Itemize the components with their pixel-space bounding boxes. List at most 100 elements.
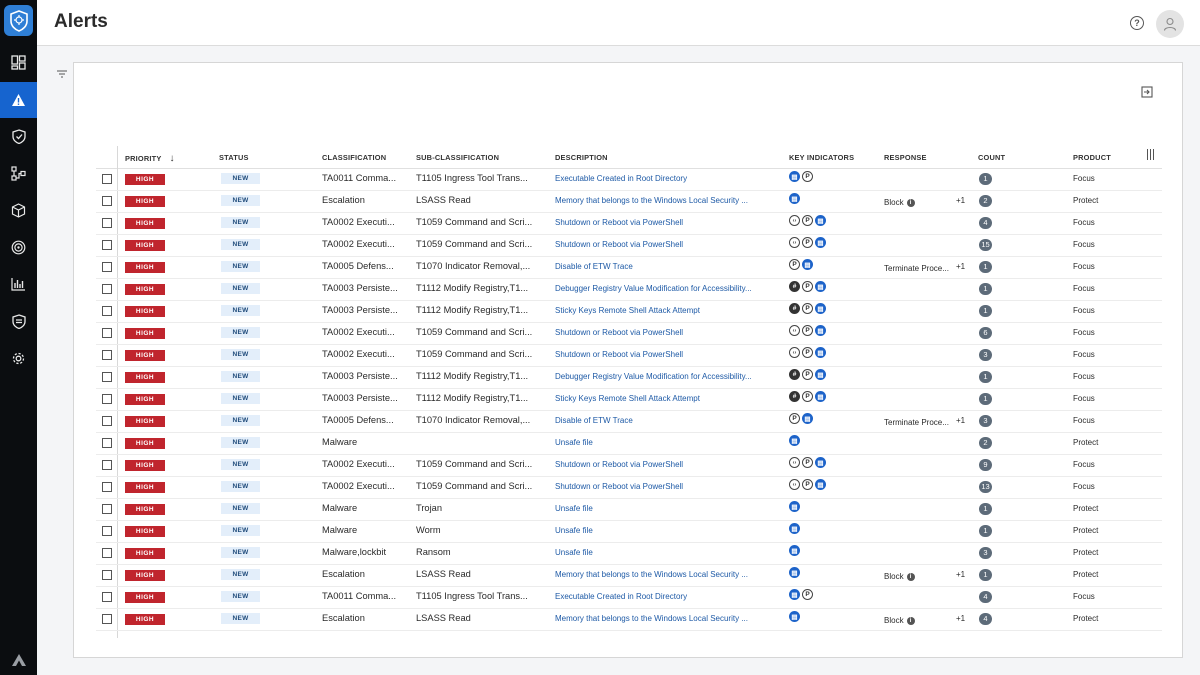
description-link[interactable]: Sticky Keys Remote Shell Attack Attempt: [555, 306, 779, 315]
nav-alerts[interactable]: [0, 82, 37, 118]
nav-reports[interactable]: [0, 266, 37, 302]
table-row[interactable]: HIGH NEW Malware Worm Unsafe file ▤ 1 Protect: [96, 520, 1162, 543]
nav-protection[interactable]: [0, 118, 37, 154]
row-checkbox[interactable]: [102, 526, 112, 536]
file-indicator-icon[interactable]: ▤: [802, 413, 813, 424]
table-row[interactable]: HIGH NEW TA0003 Persiste... T1112 Modify Re…: [96, 278, 1162, 301]
process-indicator-icon[interactable]: P: [802, 237, 813, 248]
response-more-count[interactable]: +1: [956, 196, 965, 205]
file-indicator-icon[interactable]: ▤: [789, 589, 800, 600]
file-indicator-icon[interactable]: ▤: [789, 523, 800, 534]
row-checkbox[interactable]: [102, 482, 112, 492]
table-row[interactable]: HIGH NEW TA0003 Persiste... T1112 Modify Re…: [96, 300, 1162, 323]
description-link[interactable]: Memory that belongs to the Windows Local…: [555, 614, 779, 623]
file-indicator-icon[interactable]: ▤: [789, 435, 800, 446]
description-link[interactable]: Executable Created in Root Directory: [555, 174, 779, 183]
col-status[interactable]: STATUS: [219, 153, 249, 162]
table-row[interactable]: HIGH NEW TA0002 Executi... T1059 Command an…: [96, 344, 1162, 367]
nav-policies[interactable]: [0, 303, 37, 339]
description-link[interactable]: Shutdown or Reboot via PowerShell: [555, 218, 779, 227]
process-indicator-icon[interactable]: P: [802, 479, 813, 490]
file-indicator-icon[interactable]: ▤: [789, 611, 800, 622]
table-row[interactable]: HIGH NEW TA0002 Executi... T1059 Command an…: [96, 322, 1162, 345]
process-indicator-icon[interactable]: P: [802, 281, 813, 292]
process-indicator-icon[interactable]: P: [802, 215, 813, 226]
code-indicator-icon[interactable]: ‹›: [789, 215, 800, 226]
row-checkbox[interactable]: [102, 416, 112, 426]
nav-dashboard[interactable]: [0, 44, 37, 80]
table-row[interactable]: HIGH NEW TA0002 Executi... T1059 Command an…: [96, 234, 1162, 257]
table-row[interactable]: HIGH NEW Escalation LSASS Read Memory that b…: [96, 564, 1162, 587]
file-indicator-icon[interactable]: ▤: [815, 281, 826, 292]
help-icon[interactable]: ?: [1130, 16, 1144, 30]
filter-icon[interactable]: [56, 66, 68, 78]
table-row[interactable]: HIGH NEW Escalation LSASS Read Memory that b…: [96, 190, 1162, 213]
description-link[interactable]: Shutdown or Reboot via PowerShell: [555, 482, 779, 491]
avatar[interactable]: [1156, 10, 1184, 38]
description-link[interactable]: Unsafe file: [555, 526, 779, 535]
description-link[interactable]: Unsafe file: [555, 438, 779, 447]
file-indicator-icon[interactable]: ▤: [815, 479, 826, 490]
sort-down-icon[interactable]: ↓: [170, 153, 175, 164]
process-indicator-icon[interactable]: P: [802, 369, 813, 380]
nav-targets[interactable]: [0, 229, 37, 265]
description-link[interactable]: Shutdown or Reboot via PowerShell: [555, 240, 779, 249]
row-checkbox[interactable]: [102, 570, 112, 580]
description-link[interactable]: Unsafe file: [555, 504, 779, 513]
description-link[interactable]: Shutdown or Reboot via PowerShell: [555, 460, 779, 469]
table-row[interactable]: HIGH NEW TA0011 Comma... T1105 Ingress Tool…: [96, 586, 1162, 609]
col-priority[interactable]: PRIORITY ↓: [125, 153, 175, 164]
expand-icon[interactable]: [1141, 85, 1153, 98]
row-checkbox[interactable]: [102, 306, 112, 316]
table-row[interactable]: HIGH NEW TA0002 Executi... T1059 Command an…: [96, 454, 1162, 477]
process-indicator-icon[interactable]: P: [789, 413, 800, 424]
row-checkbox[interactable]: [102, 592, 112, 602]
row-checkbox[interactable]: [102, 614, 112, 624]
process-indicator-icon[interactable]: P: [789, 259, 800, 270]
table-row[interactable]: HIGH NEW Malware Trojan Unsafe file ▤ 1 Protect: [96, 498, 1162, 521]
hash-indicator-icon[interactable]: #: [789, 369, 800, 380]
file-indicator-icon[interactable]: ▤: [789, 567, 800, 578]
nav-network[interactable]: [0, 155, 37, 191]
row-checkbox[interactable]: [102, 284, 112, 294]
process-indicator-icon[interactable]: P: [802, 391, 813, 402]
nav-settings[interactable]: [0, 340, 37, 376]
row-checkbox[interactable]: [102, 394, 112, 404]
row-checkbox[interactable]: [102, 372, 112, 382]
col-product[interactable]: PRODUCT: [1073, 153, 1111, 162]
file-indicator-icon[interactable]: ▤: [815, 303, 826, 314]
file-indicator-icon[interactable]: ▤: [789, 171, 800, 182]
table-row[interactable]: HIGH NEW Escalation LSASS Read Memory that b…: [96, 608, 1162, 631]
process-indicator-icon[interactable]: P: [802, 303, 813, 314]
info-icon[interactable]: i: [906, 572, 915, 581]
process-indicator-icon[interactable]: P: [802, 171, 813, 182]
table-row[interactable]: HIGH NEW TA0011 Comma... T1105 Ingress Tool…: [96, 168, 1162, 191]
row-checkbox[interactable]: [102, 196, 112, 206]
response-more-count[interactable]: +1: [956, 570, 965, 579]
description-link[interactable]: Executable Created in Root Directory: [555, 592, 779, 601]
file-indicator-icon[interactable]: ▤: [815, 391, 826, 402]
col-response[interactable]: RESPONSE: [884, 153, 927, 162]
file-indicator-icon[interactable]: ▤: [815, 215, 826, 226]
code-indicator-icon[interactable]: ‹›: [789, 457, 800, 468]
info-icon[interactable]: i: [906, 616, 915, 625]
description-link[interactable]: Memory that belongs to the Windows Local…: [555, 196, 779, 205]
row-checkbox[interactable]: [102, 240, 112, 250]
description-link[interactable]: Disable of ETW Trace: [555, 416, 779, 425]
row-checkbox[interactable]: [102, 218, 112, 228]
description-link[interactable]: Disable of ETW Trace: [555, 262, 779, 271]
file-indicator-icon[interactable]: ▤: [815, 325, 826, 336]
col-description[interactable]: DESCRIPTION: [555, 153, 608, 162]
col-count[interactable]: COUNT: [978, 153, 1005, 162]
table-row[interactable]: HIGH NEW TA0003 Persiste... T1112 Modify Re…: [96, 366, 1162, 389]
process-indicator-icon[interactable]: P: [802, 347, 813, 358]
response-more-count[interactable]: +1: [956, 614, 965, 623]
hash-indicator-icon[interactable]: #: [789, 391, 800, 402]
shield-logo-icon[interactable]: [4, 5, 33, 36]
response-more-count[interactable]: +1: [956, 416, 965, 425]
code-indicator-icon[interactable]: ‹›: [789, 479, 800, 490]
file-indicator-icon[interactable]: ▤: [815, 369, 826, 380]
row-checkbox[interactable]: [102, 350, 112, 360]
row-checkbox[interactable]: [102, 262, 112, 272]
process-indicator-icon[interactable]: P: [802, 589, 813, 600]
